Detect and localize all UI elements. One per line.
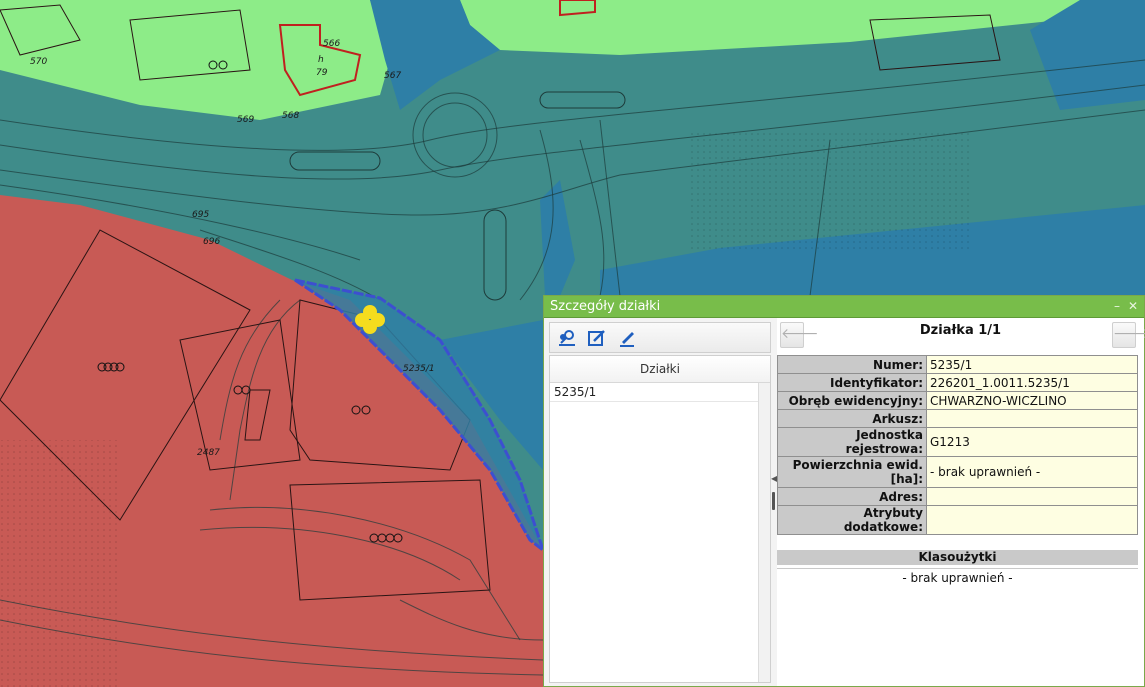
- road-island: [289, 151, 381, 171]
- splitter-grip[interactable]: [772, 492, 775, 510]
- dialog-header[interactable]: Szczegóły działki – ✕: [544, 296, 1144, 318]
- parcel-details-dialog: Szczegóły działki – ✕ Działki 5235/1 ◀ 🡐…: [543, 295, 1145, 687]
- list-item[interactable]: 5235/1: [550, 383, 758, 402]
- attr-value: [926, 487, 1138, 506]
- next-parcel-button[interactable]: 🡒: [1112, 322, 1145, 348]
- parcel-counter: Działka 1/1: [919, 323, 1002, 338]
- dialog-title: Szczegóły działki: [550, 299, 661, 314]
- hatched-area-east: [690, 130, 970, 250]
- klasouzytki-note: - brak uprawnień -: [902, 571, 1013, 585]
- parcel-list: Działki 5235/1: [549, 355, 771, 683]
- map-label-695: 695: [192, 210, 209, 220]
- attr-row-obreb: Obręb ewidencyjny: CHWARZNO-WICZLINO: [777, 391, 1138, 410]
- attr-row-identyfikator: Identyfikator: 226201_1.0011.5235/1: [777, 373, 1138, 392]
- attr-key: Powierzchnia ewid. [ha]:: [777, 456, 927, 488]
- list-scrollbar[interactable]: [758, 383, 770, 682]
- map-label-570: 570: [30, 57, 47, 67]
- attr-key: Jednostka rejestrowa:: [777, 427, 927, 457]
- attr-key: Numer:: [777, 355, 927, 374]
- attr-value: [926, 505, 1138, 535]
- attr-key: Identyfikator:: [777, 373, 927, 392]
- attr-row-numer: Numer: 5235/1: [777, 355, 1138, 374]
- attr-row-powierzchnia: Powierzchnia ewid. [ha]: - brak uprawnie…: [777, 456, 1138, 488]
- attr-row-atrybuty: Atrybuty dodatkowe:: [777, 505, 1138, 535]
- map-label-566: 566: [323, 39, 340, 49]
- parcel-details-panel: 🡐 Działka 1/1 🡒 Numer: 5235/1 Identyfika…: [777, 318, 1145, 686]
- attr-key: Arkusz:: [777, 409, 927, 428]
- attr-key: Atrybuty dodatkowe:: [777, 505, 927, 535]
- attr-row-adres: Adres:: [777, 487, 1138, 506]
- map-label-567: 567: [384, 71, 401, 81]
- map-label-568: 568: [282, 111, 299, 121]
- map-label-79: 79: [316, 68, 328, 78]
- attr-key: Obręb ewidencyjny:: [777, 391, 927, 410]
- parcel-list-panel: Działki 5235/1: [549, 322, 771, 683]
- close-icon[interactable]: ✕: [1126, 296, 1140, 317]
- attr-value: 226201_1.0011.5235/1: [926, 373, 1138, 392]
- map-label-696: 696: [203, 237, 220, 247]
- attr-value: G1213: [926, 427, 1138, 457]
- minimize-icon[interactable]: –: [1110, 296, 1124, 317]
- klasouzytki-header: Klasoużytki: [777, 550, 1138, 565]
- map-label-parcel: 5235/1: [403, 364, 435, 374]
- attr-value: 5235/1: [926, 355, 1138, 374]
- attr-key: Adres:: [777, 487, 927, 506]
- attributes-table: Numer: 5235/1 Identyfikator: 226201_1.00…: [777, 355, 1138, 535]
- map-label-h: h: [318, 55, 324, 65]
- attr-row-jednostka: Jednostka rejestrowa: G1213: [777, 427, 1138, 457]
- locate-parcel-icon[interactable]: [554, 326, 580, 350]
- road-island-2: [539, 91, 626, 109]
- edit-form-icon[interactable]: [584, 326, 610, 350]
- attr-value: CHWARZNO-WICZLINO: [926, 391, 1138, 410]
- hatched-area: [0, 440, 120, 687]
- road-island-3: [483, 209, 507, 301]
- toolbar: [549, 322, 771, 353]
- dialog-body: Działki 5235/1 ◀ 🡐 Działka 1/1 🡒 Numer: …: [544, 318, 1145, 686]
- attr-value: [926, 409, 1138, 428]
- parcel-nav: 🡐 Działka 1/1 🡒: [777, 318, 1145, 350]
- klasouzytki-divider: [777, 568, 1138, 569]
- list-header[interactable]: Działki: [550, 356, 770, 383]
- attr-value: - brak uprawnień -: [926, 456, 1138, 488]
- pencil-icon[interactable]: [614, 326, 640, 350]
- map-label-569: 569: [237, 115, 254, 125]
- map-label-2487: 2487: [197, 448, 220, 458]
- attr-row-arkusz: Arkusz:: [777, 409, 1138, 428]
